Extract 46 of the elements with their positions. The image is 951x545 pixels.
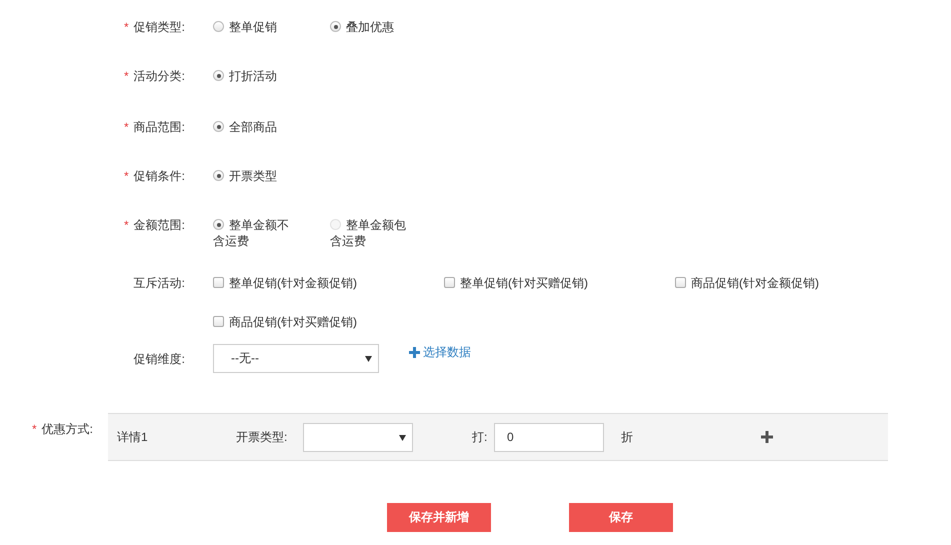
checkbox[interactable]: [444, 277, 455, 288]
select-data-link[interactable]: 选择数据: [409, 344, 471, 360]
checkbox-option[interactable]: 整单促销(针对买赠促销): [444, 275, 588, 306]
caret-icon: [399, 434, 406, 440]
required-mark: *: [124, 218, 129, 232]
field-label: 金额范围:: [134, 218, 185, 232]
checkbox[interactable]: [213, 316, 224, 326]
dimension-select[interactable]: --无--: [213, 344, 379, 373]
unit-label: 折: [621, 428, 633, 446]
radio-option[interactable]: 整单金额不含运费: [213, 217, 293, 275]
required-mark: *: [124, 169, 129, 183]
radio-button[interactable]: [213, 70, 224, 81]
radio-button[interactable]: [330, 21, 341, 32]
checkbox-option[interactable]: 商品促销(针对买赠促销): [213, 314, 357, 344]
radio-button[interactable]: [213, 21, 224, 32]
field-label: 互斥活动:: [134, 276, 185, 290]
required-mark: *: [124, 69, 129, 83]
required-mark: *: [32, 422, 37, 436]
checkbox[interactable]: [213, 277, 224, 288]
field-label: 促销类型:: [134, 20, 185, 34]
field-label: 优惠方式:: [42, 422, 94, 436]
checkbox[interactable]: [675, 277, 686, 288]
required-mark: *: [124, 120, 129, 134]
add-icon[interactable]: [761, 431, 773, 443]
checkbox-option[interactable]: 整单促销(针对金额促销): [213, 275, 357, 306]
field-label: 开票类型:: [236, 428, 288, 446]
field-label: 商品范围:: [134, 120, 185, 134]
radio-option[interactable]: 开票类型: [213, 168, 293, 217]
radio-option[interactable]: 整单促销: [213, 19, 293, 68]
radio-option[interactable]: 全部商品: [213, 119, 293, 168]
caret-icon: [365, 356, 372, 362]
field-label: 促销条件:: [134, 169, 185, 183]
field-label: 促销维度:: [134, 352, 185, 366]
radio-button[interactable]: [213, 170, 224, 181]
discount-input[interactable]: 0: [494, 422, 604, 452]
radio-option[interactable]: 叠加优惠: [330, 19, 410, 68]
radio-button[interactable]: [213, 219, 224, 230]
invoice-type-select[interactable]: [303, 422, 413, 452]
required-mark: *: [124, 20, 129, 34]
field-label: 活动分类:: [134, 69, 185, 83]
field-label: 打:: [472, 428, 488, 446]
detail-title: 详情1: [117, 428, 149, 446]
plus-icon: [409, 346, 420, 358]
radio-button[interactable]: [213, 121, 224, 132]
radio-option[interactable]: 打折活动: [213, 68, 293, 119]
checkbox-option[interactable]: 商品促销(针对金额促销): [675, 275, 819, 306]
